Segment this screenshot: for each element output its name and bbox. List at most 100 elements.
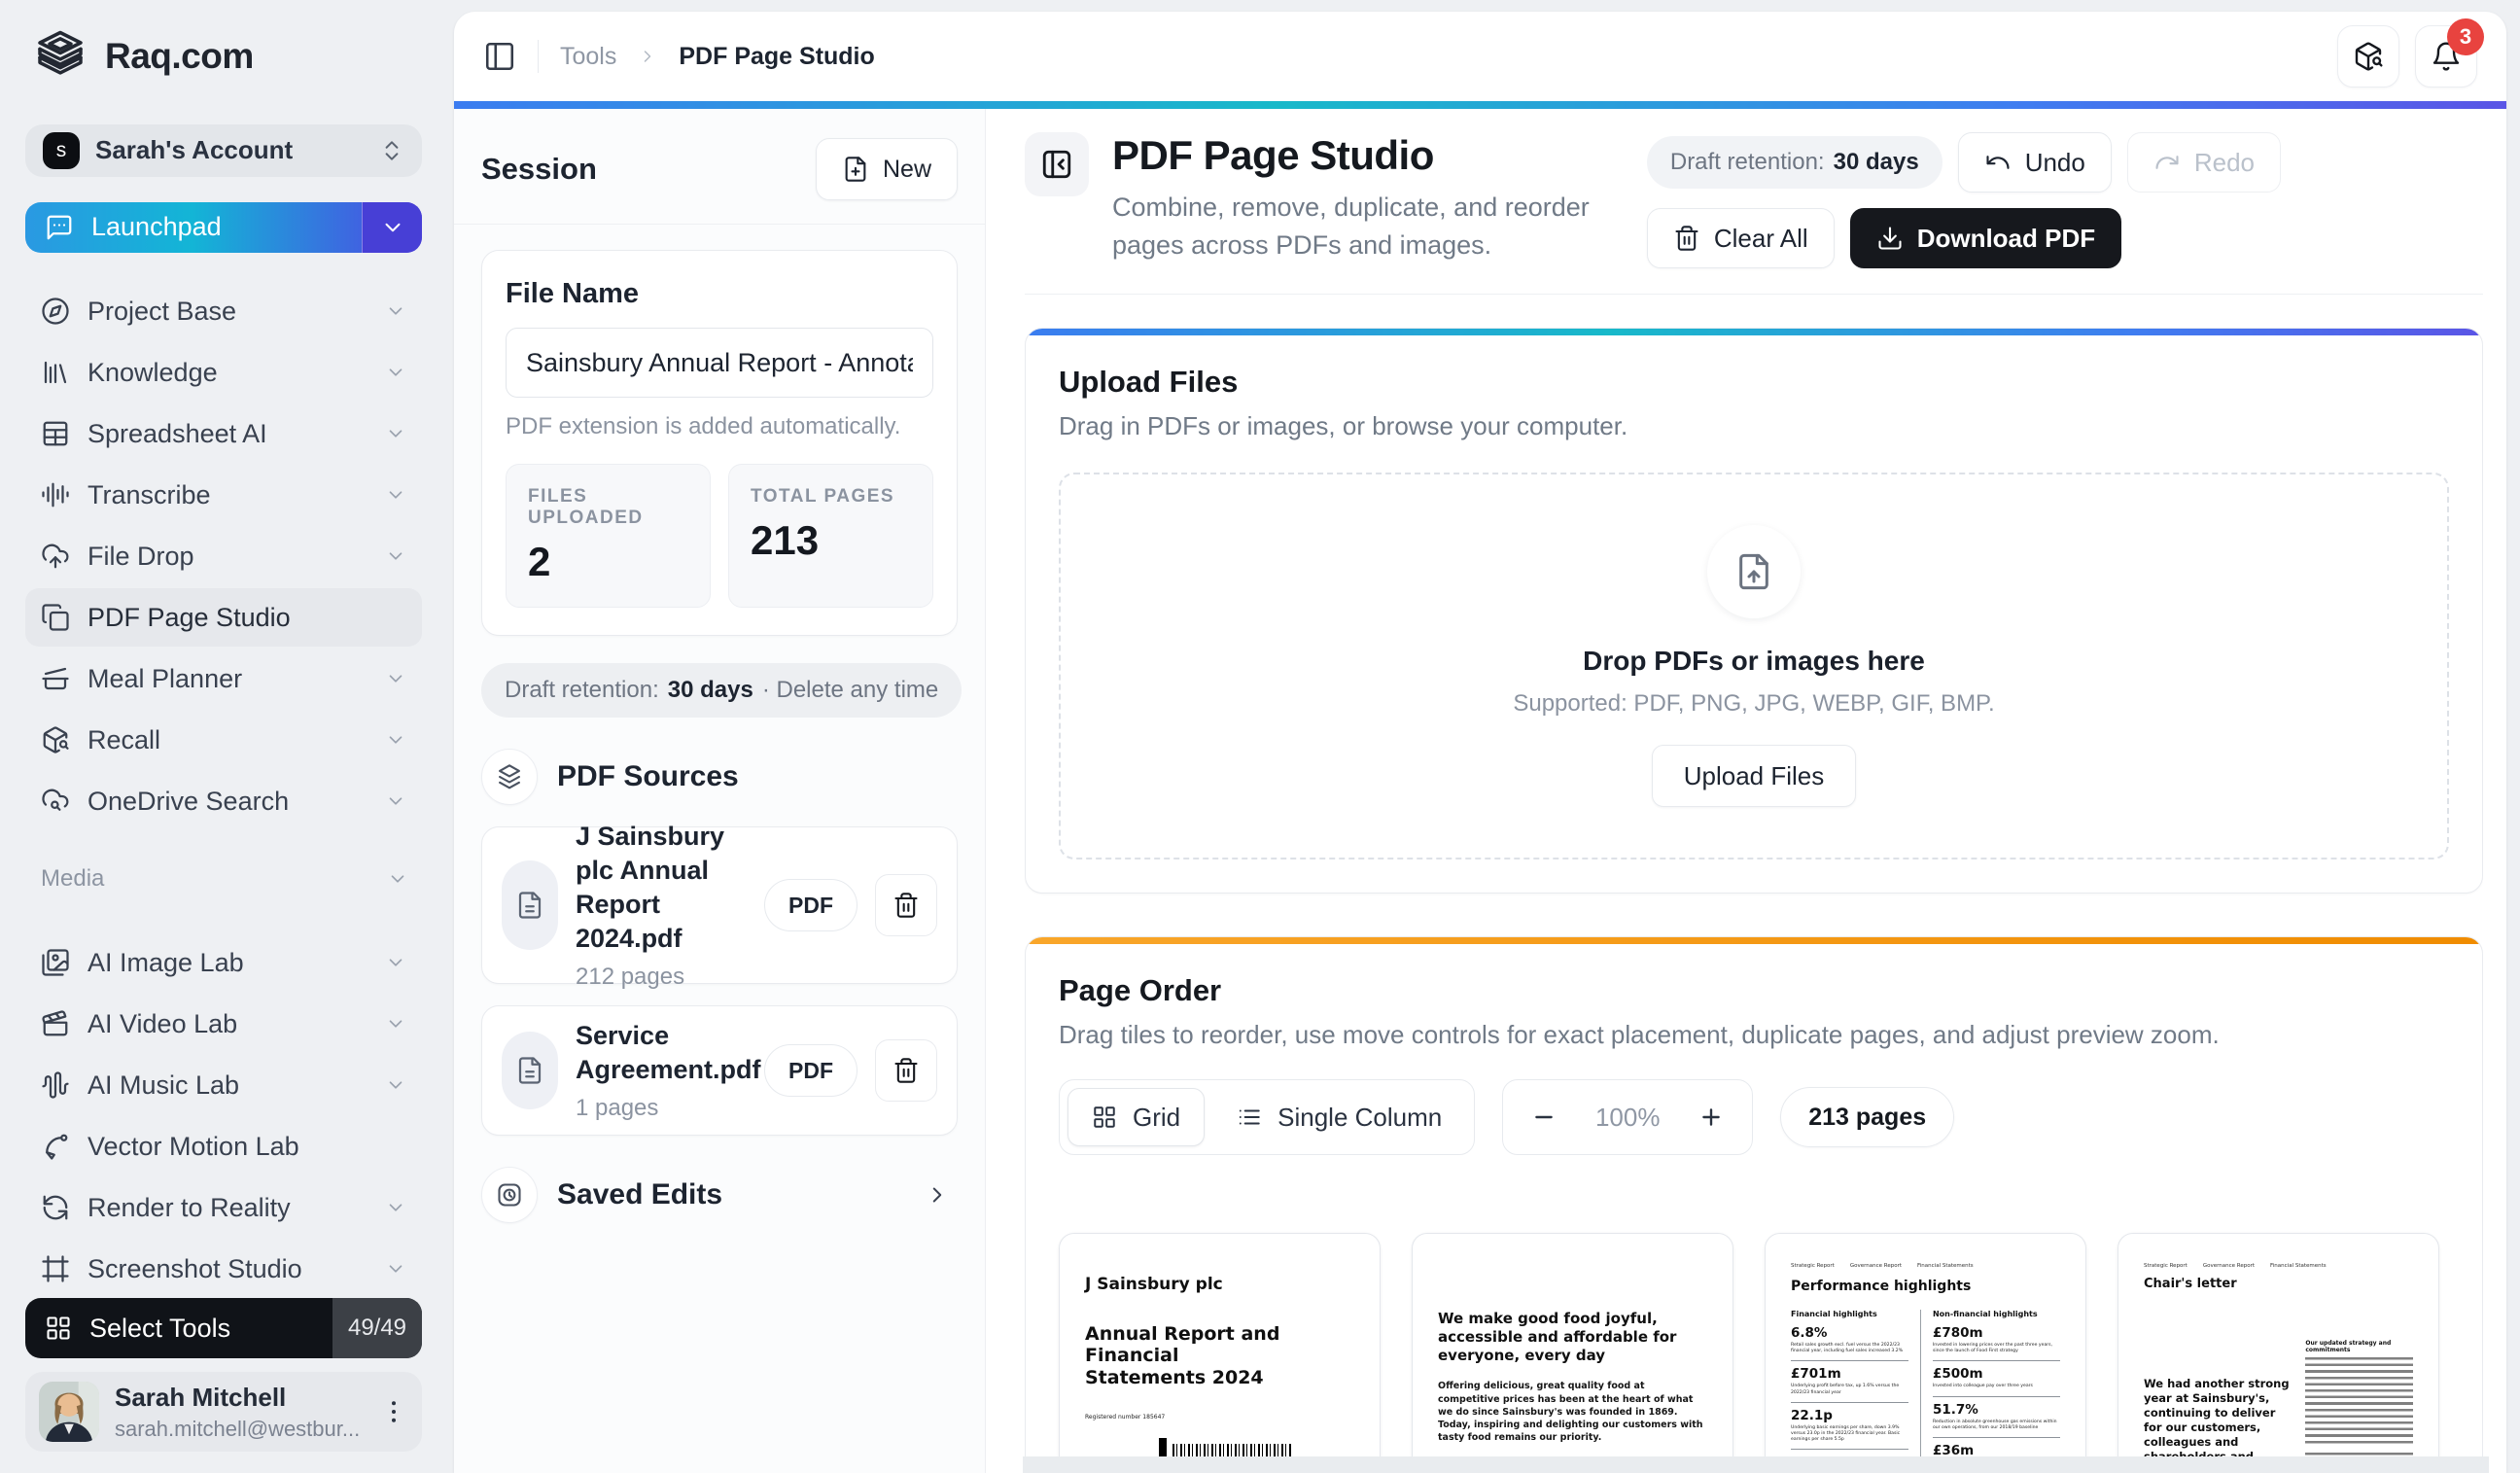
source-card[interactable]: Service Agreement.pdf 1 pages PDF bbox=[481, 1005, 958, 1136]
zoom-value: 100% bbox=[1573, 1103, 1682, 1133]
sidebar-item-label: Spreadsheet AI bbox=[88, 419, 267, 449]
grid-view-option[interactable]: Grid bbox=[1068, 1088, 1205, 1146]
sidebar-item-label: AI Music Lab bbox=[88, 1070, 239, 1101]
file-name-help: PDF extension is added automatically. bbox=[506, 413, 933, 440]
session-panel: Session New File Name PDF extension is a… bbox=[454, 109, 986, 1473]
chevron-down-icon bbox=[385, 1197, 406, 1218]
clear-all-button[interactable]: Clear All bbox=[1647, 208, 1835, 268]
sidebar-item-label: Screenshot Studio bbox=[88, 1254, 302, 1284]
sidebar-item-label: Knowledge bbox=[88, 358, 218, 388]
download-pdf-button[interactable]: Download PDF bbox=[1850, 208, 2121, 268]
zoom-control: 100% bbox=[1502, 1079, 1753, 1155]
page-tile-4[interactable]: Strategic Report Governance Report Finan… bbox=[2118, 1233, 2439, 1473]
audio-lines-icon bbox=[41, 480, 70, 509]
horizontal-scroll-track[interactable] bbox=[1023, 1456, 2489, 1473]
sidebar-item-transcribe[interactable]: Transcribe bbox=[25, 466, 422, 524]
chevron-down-icon[interactable] bbox=[387, 868, 408, 890]
chevron-right-icon bbox=[638, 47, 657, 66]
account-avatar: s bbox=[43, 132, 80, 169]
page-tile-3[interactable]: Strategic Report Governance Report Finan… bbox=[1765, 1233, 2086, 1473]
chevron-down-icon bbox=[385, 1013, 406, 1035]
cloud-search-icon bbox=[41, 787, 70, 816]
source-pages: 1 pages bbox=[576, 1095, 747, 1122]
sidebar-item-render-to-reality[interactable]: Render to Reality bbox=[25, 1178, 422, 1237]
sidebar-item-label: Render to Reality bbox=[88, 1193, 291, 1223]
saved-edits-row[interactable]: Saved Edits bbox=[481, 1167, 958, 1223]
drop-support: Supported: PDF, PNG, JPG, WEBP, GIF, BMP… bbox=[1513, 690, 1994, 718]
download-icon bbox=[1876, 225, 1904, 252]
source-name: Service Agreement.pdf bbox=[576, 1019, 747, 1087]
delete-source-button[interactable] bbox=[875, 874, 937, 936]
file-plus-icon bbox=[842, 156, 869, 183]
launchpad-button[interactable]: Launchpad bbox=[25, 202, 422, 253]
sidebar-item-vector-motion-lab[interactable]: Vector Motion Lab bbox=[25, 1117, 422, 1175]
undo-icon bbox=[1984, 149, 2012, 176]
user-card[interactable]: Sarah Mitchell sarah.mitchell@westbur... bbox=[25, 1372, 422, 1452]
sidebar-item-pdf-page-studio[interactable]: PDF Page Studio bbox=[25, 588, 422, 647]
sidebar-item-file-drop[interactable]: File Drop bbox=[25, 527, 422, 585]
pdf-type-badge: PDF bbox=[764, 1044, 858, 1097]
page-title: PDF Page Studio bbox=[1112, 132, 1624, 179]
notification-badge: 3 bbox=[2447, 18, 2484, 55]
redo-button[interactable]: Redo bbox=[2127, 132, 2281, 193]
divider bbox=[538, 40, 539, 73]
sidebar-item-project-base[interactable]: Project Base bbox=[25, 282, 422, 340]
camera-rotate-icon bbox=[41, 1193, 70, 1222]
undo-button[interactable]: Undo bbox=[1958, 132, 2112, 193]
trash-icon bbox=[1673, 225, 1700, 252]
list-icon bbox=[1237, 1105, 1262, 1130]
sidebar-item-meal-planner[interactable]: Meal Planner bbox=[25, 649, 422, 708]
file-name-input[interactable] bbox=[506, 328, 933, 398]
sidebar-item-label: Transcribe bbox=[88, 480, 211, 510]
sidebar-item-ai-image-lab[interactable]: AI Image Lab bbox=[25, 933, 422, 992]
new-session-button[interactable]: New bbox=[816, 138, 958, 200]
sidebar-toggle-icon[interactable] bbox=[483, 40, 516, 73]
sidebar-item-ai-video-lab[interactable]: AI Video Lab bbox=[25, 995, 422, 1053]
single-column-option[interactable]: Single Column bbox=[1212, 1088, 1466, 1146]
select-tools-button[interactable]: Select Tools 49/49 bbox=[25, 1298, 422, 1358]
pages-count-badge: 213 pages bbox=[1780, 1087, 1954, 1147]
sidebar-item-knowledge[interactable]: Knowledge bbox=[25, 343, 422, 402]
dense-text-placeholder bbox=[2305, 1357, 2413, 1445]
cloud-upload-icon bbox=[41, 542, 70, 571]
studio-panel: PDF Page Studio Combine, remove, duplica… bbox=[986, 109, 2506, 1473]
table-icon bbox=[41, 419, 70, 448]
account-switcher[interactable]: s Sarah's Account bbox=[25, 124, 422, 177]
sidebar-item-ai-music-lab[interactable]: AI Music Lab bbox=[25, 1056, 422, 1114]
pages-copy-icon bbox=[41, 603, 70, 632]
upload-title: Upload Files bbox=[1059, 365, 2449, 400]
clapperboard-icon bbox=[41, 1009, 70, 1038]
chevron-down-icon bbox=[385, 1258, 406, 1280]
sidebar-item-label: Vector Motion Lab bbox=[88, 1132, 299, 1162]
breadcrumb-current: PDF Page Studio bbox=[679, 43, 874, 71]
notifications-button[interactable]: 3 bbox=[2415, 25, 2477, 88]
select-tools-label: Select Tools bbox=[89, 1314, 230, 1344]
stack-logo-icon bbox=[33, 29, 88, 84]
page-tile-1[interactable]: J Sainsbury plc Annual Report and Financ… bbox=[1059, 1233, 1381, 1473]
brand-logo: Raq.com bbox=[25, 29, 422, 84]
delete-source-button[interactable] bbox=[875, 1039, 937, 1102]
kebab-menu-icon[interactable] bbox=[379, 1397, 408, 1426]
sidebar-media-nav: AI Image Lab AI Video Lab AI Music Lab V… bbox=[25, 933, 422, 1298]
dropzone[interactable]: Drop PDFs or images here Supported: PDF,… bbox=[1059, 473, 2449, 859]
frame-icon bbox=[41, 1254, 70, 1283]
source-pages: 212 pages bbox=[576, 964, 747, 991]
package-search-icon bbox=[41, 725, 70, 754]
source-card[interactable]: J Sainsbury plc Annual Report 2024.pdf 2… bbox=[481, 826, 958, 984]
zoom-in-button[interactable] bbox=[1682, 1089, 1740, 1145]
chevrons-up-down-icon bbox=[379, 138, 404, 163]
drop-title: Drop PDFs or images here bbox=[1583, 646, 1925, 677]
breadcrumb-tools[interactable]: Tools bbox=[560, 43, 616, 71]
sidebar-item-spreadsheet-ai[interactable]: Spreadsheet AI bbox=[25, 404, 422, 463]
upload-files-button[interactable]: Upload Files bbox=[1652, 745, 1857, 807]
studio-scroll-area[interactable]: Upload Files Drag in PDFs or images, or … bbox=[1025, 295, 2483, 1473]
page-tile-2[interactable]: We make good food joyful, accessible and… bbox=[1412, 1233, 1733, 1473]
sidebar-item-recall[interactable]: Recall bbox=[25, 711, 422, 769]
redo-icon bbox=[2153, 149, 2181, 176]
recall-search-button[interactable] bbox=[2337, 25, 2399, 88]
launchpad-caret-button[interactable] bbox=[362, 202, 422, 253]
zoom-out-button[interactable] bbox=[1515, 1089, 1573, 1145]
source-name: J Sainsbury plc Annual Report 2024.pdf bbox=[576, 820, 747, 956]
sidebar-item-onedrive-search[interactable]: OneDrive Search bbox=[25, 772, 422, 830]
sidebar-item-screenshot-studio[interactable]: Screenshot Studio bbox=[25, 1240, 422, 1298]
